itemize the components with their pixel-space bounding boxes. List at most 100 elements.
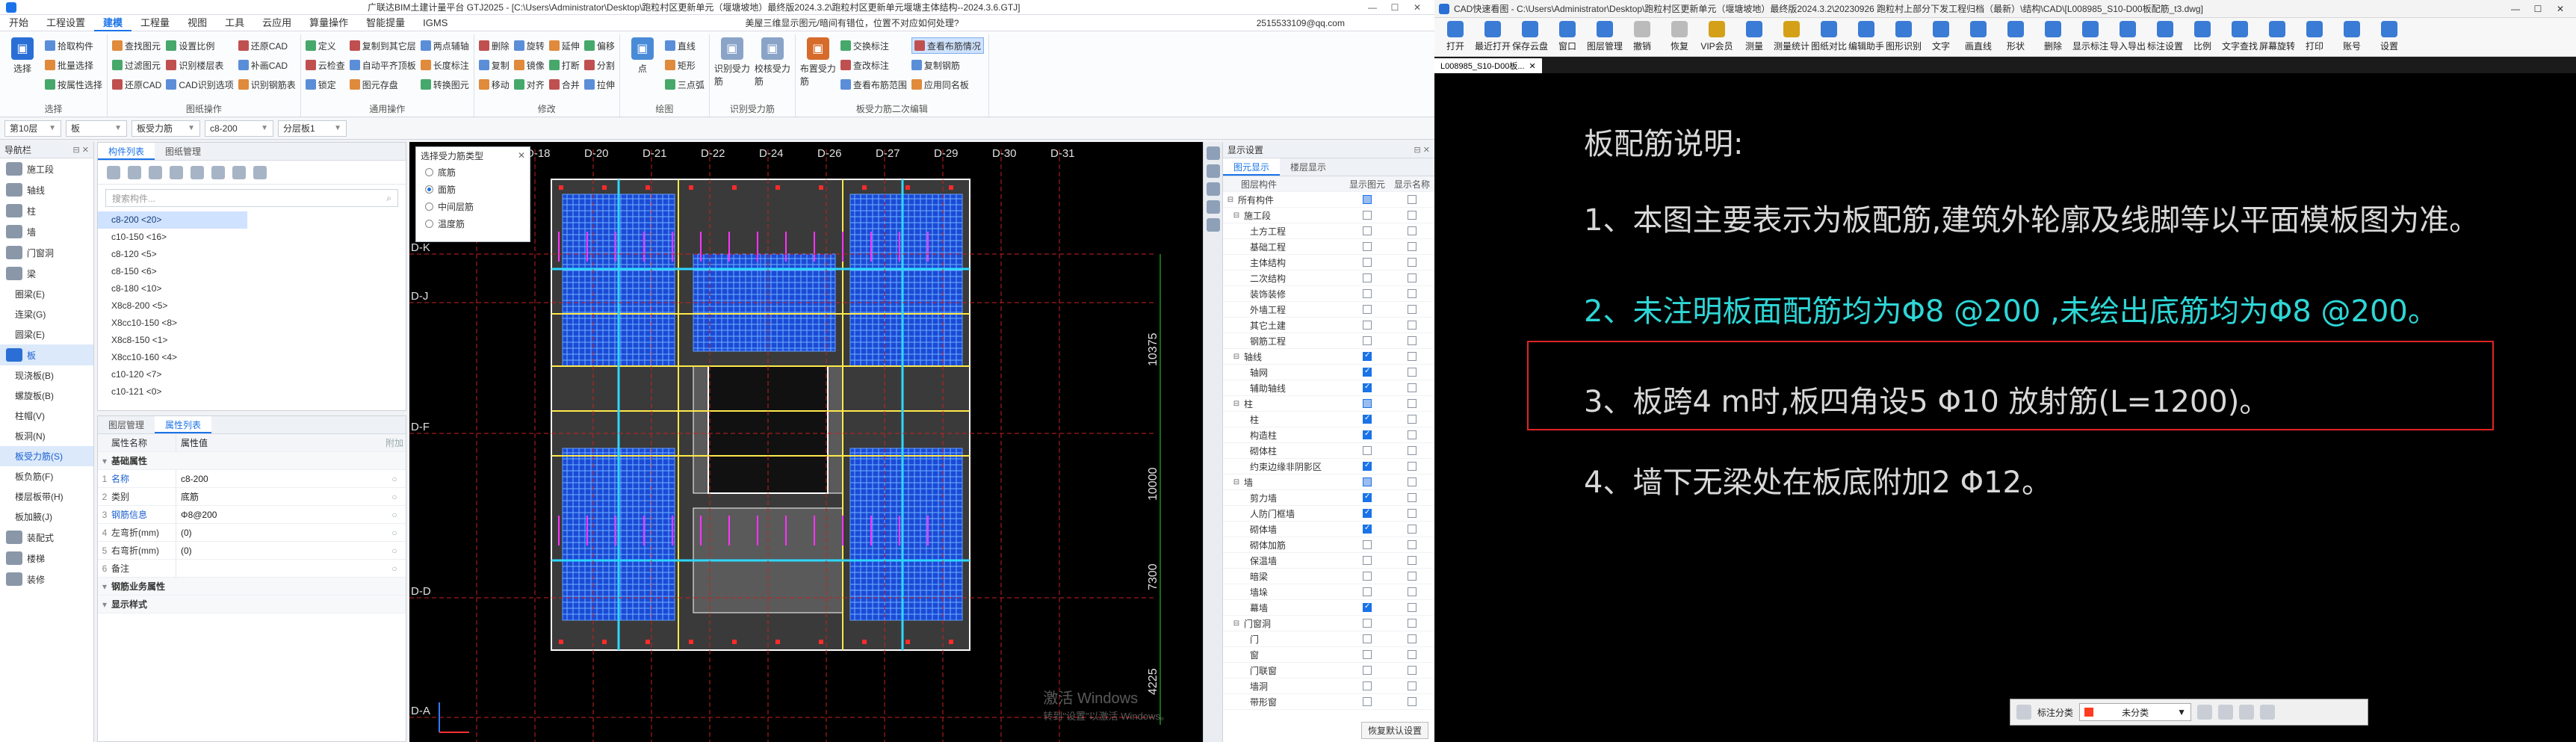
rebar-type-option[interactable]: 温度筋 [416,215,530,232]
cad-toolbar-button[interactable]: 标注设置 [2147,21,2183,52]
cad-toolbar-button[interactable]: 编辑助手 [1848,21,1884,52]
layer-icon[interactable] [170,165,183,179]
label-checkbox[interactable] [1408,509,1417,518]
radio-icon[interactable] [425,168,433,176]
nav-item[interactable]: 装修 [0,569,93,590]
label-checkbox[interactable] [1408,697,1417,706]
ribbon-small-button[interactable]: CAD识别选项 [166,76,234,93]
component-item[interactable]: c10-121 <0> [98,383,406,401]
maximize-icon[interactable]: ☐ [1384,2,1406,13]
cad-toolbar-button[interactable]: 最近打开 [1475,21,1511,52]
menu-item[interactable]: 视图 [179,15,216,31]
label-checkbox[interactable] [1408,258,1417,267]
ribbon-small-button[interactable]: 转换图元 [420,76,469,93]
ribbon-small-button[interactable]: 复制到其它层 [349,37,416,54]
menu-item[interactable]: 智能提量 [357,15,414,31]
show-checkbox[interactable] [1363,305,1372,314]
property-extra-checkbox[interactable]: ○ [383,510,406,520]
expand-icon[interactable]: ⊟ [1232,478,1241,486]
nav-item[interactable]: 装配式 [0,527,93,548]
nav-item[interactable]: 圈梁(E) [0,284,93,304]
menu-item[interactable]: 建模 [94,15,132,31]
label-checkbox[interactable] [1408,540,1417,549]
zoom-icon[interactable] [1206,146,1220,160]
tab[interactable]: 构件列表 [98,143,155,160]
delete-icon[interactable] [2260,705,2276,720]
show-checkbox[interactable] [1363,572,1372,581]
show-checkbox[interactable] [1363,226,1372,235]
ribbon-small-button[interactable]: 定义 [305,37,345,54]
close-icon[interactable]: ✕ [1406,2,1428,13]
property-extra-checkbox[interactable]: ○ [383,492,406,502]
ribbon-small-button[interactable]: 锁定 [305,76,345,93]
ribbon-small-button[interactable]: 长度标注 [420,57,469,73]
new-icon[interactable] [107,165,120,179]
ribbon-big-button[interactable]: ▣ 选择 [4,34,40,102]
ribbon-small-button[interactable]: 还原CAD [238,37,296,54]
ribbon-small-button[interactable]: 还原CAD [112,76,161,93]
user-email[interactable]: 2515533109@qq.com [1257,18,1434,28]
tab[interactable]: 楼层显示 [1280,158,1337,176]
property-group-row[interactable]: ▾ 显示样式 [98,596,406,613]
cad-toolbar-button[interactable]: 比例 [2185,21,2220,52]
cad-toolbar-button[interactable]: 文字 [1923,21,1959,52]
show-checkbox[interactable] [1363,399,1372,408]
label-checkbox[interactable] [1408,305,1417,314]
menu-item[interactable]: 开始 [0,15,37,31]
ribbon-small-button[interactable]: 偏移 [583,37,615,54]
menu-item[interactable]: 云应用 [253,15,300,31]
label-checkbox[interactable] [1408,525,1417,534]
show-checkbox[interactable] [1363,321,1372,330]
ribbon-big-button[interactable]: ▣ 点 [625,34,660,102]
show-checkbox[interactable] [1363,383,1372,392]
label-checkbox[interactable] [1408,226,1417,235]
spec-select[interactable]: c8-200 ▼ [205,120,273,137]
nav-item[interactable]: 柱 [0,200,93,221]
nav-item[interactable]: 楼层板带(H) [0,486,93,507]
property-value[interactable]: c8-200 [176,469,383,488]
filter-icon[interactable] [191,165,204,179]
expand-icon[interactable]: ⊟ [1232,400,1241,408]
file-tab[interactable]: L008985_S10-D00板... ✕ [1434,58,1542,73]
nav-item[interactable]: 板 [0,344,93,365]
show-checkbox[interactable] [1363,634,1372,643]
ribbon-small-button[interactable]: 批量选择 [45,57,102,73]
label-checkbox[interactable] [1408,493,1417,502]
subtype-select[interactable]: 板受力筋 ▼ [131,120,200,137]
cad-toolbar-button[interactable]: 恢复 [1662,21,1697,52]
show-checkbox[interactable] [1363,697,1372,706]
cad-toolbar-button[interactable]: 显示标注 [2072,21,2108,52]
ribbon-small-button[interactable]: 两点辅轴 [420,37,469,54]
nav-item[interactable]: 连梁(G) [0,304,93,324]
grid-icon[interactable] [2016,705,2031,720]
cad-toolbar-button[interactable]: 保存云盘 [1512,21,1548,52]
property-extra-checkbox[interactable]: ○ [383,563,406,574]
label-checkbox[interactable] [1408,273,1417,282]
ribbon-big-button[interactable]: ▣ 识别受力筋 [714,34,750,102]
ribbon-big-button[interactable]: ▣ 校核受力筋 [755,34,790,102]
nav-item[interactable]: 柱帽(V) [0,406,93,426]
show-checkbox[interactable] [1363,242,1372,251]
menu-item[interactable]: 算量操作 [300,15,357,31]
property-value[interactable] [176,559,383,578]
view-3d-icon[interactable] [1206,164,1220,178]
property-group-row[interactable]: ▾ 基础属性 [98,452,406,470]
ribbon-small-button[interactable]: 复制钢筋 [911,57,984,73]
component-item[interactable]: c8-180 <10> [98,280,406,297]
move-icon[interactable] [2218,705,2234,720]
cad-toolbar-button[interactable]: 导入导出 [2110,21,2146,52]
show-checkbox[interactable] [1363,540,1372,549]
radio-icon[interactable] [425,185,433,194]
label-checkbox[interactable] [1408,666,1417,675]
label-checkbox[interactable] [1408,603,1417,612]
radio-icon[interactable] [425,202,433,211]
rebar-type-option[interactable]: 面筋 [416,181,530,198]
label-checkbox[interactable] [1408,572,1417,581]
rotate-icon[interactable] [1206,182,1220,196]
cad-toolbar-button[interactable]: 屏幕旋转 [2259,21,2295,52]
layer-icon[interactable] [1206,218,1220,232]
show-checkbox[interactable] [1363,492,1372,502]
cad-toolbar-button[interactable]: 测量 [1736,21,1772,52]
copy-icon[interactable] [2239,705,2255,720]
expand-icon[interactable]: ▾ [98,456,111,466]
